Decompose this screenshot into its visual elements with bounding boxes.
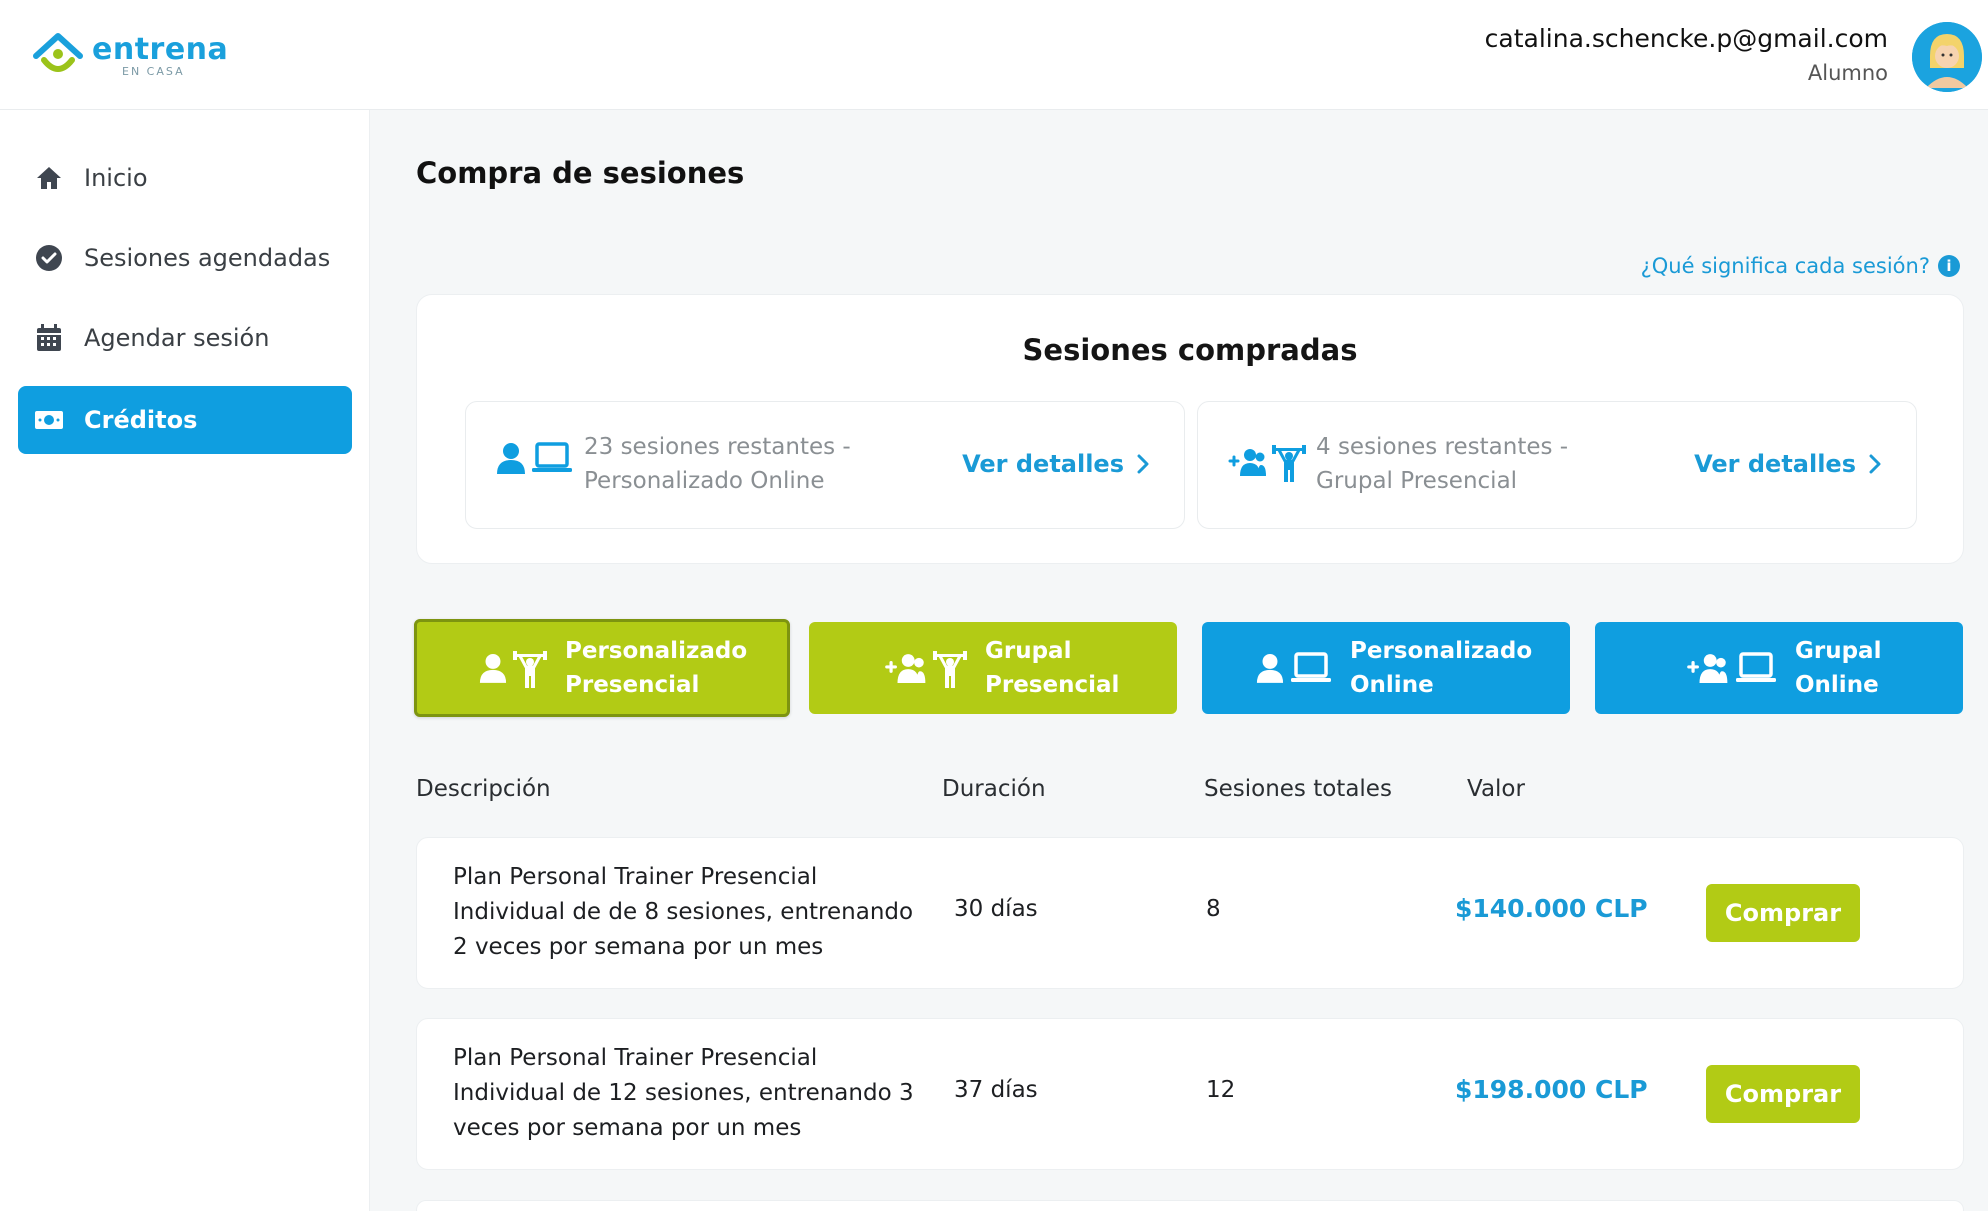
tab-label-line1: Personalizado xyxy=(565,638,748,664)
plan-description: Plan Personal Trainer Presencial Individ… xyxy=(453,864,914,960)
tab-label-line2: Presencial xyxy=(985,672,1120,698)
add-group-icon xyxy=(1228,449,1266,476)
sidebar-item-label: Agendar sesión xyxy=(84,324,270,352)
sidebar-item-sesiones-agendadas[interactable]: Sesiones agendadas xyxy=(18,224,352,292)
chevron-right-icon xyxy=(1869,454,1881,474)
ver-detalles-link[interactable]: Ver detalles xyxy=(1694,450,1882,478)
sidebar-item-label: Sesiones agendadas xyxy=(84,244,331,272)
sidebar-item-inicio[interactable]: Inicio xyxy=(18,144,352,212)
sidebar: Inicio Sesiones agendadas Agendar sesión… xyxy=(0,110,370,1211)
table-row: Plan Personal Trainer Presencial Individ… xyxy=(416,1018,1964,1170)
chevron-right-icon xyxy=(1137,454,1149,474)
tab-grupal-presencial[interactable]: Grupal Presencial xyxy=(809,622,1177,714)
tab-label-line2: Presencial xyxy=(565,672,700,698)
page-title: Compra de sesiones xyxy=(416,156,745,190)
user-role: Alumno xyxy=(1807,61,1888,85)
ver-detalles-link[interactable]: Ver detalles xyxy=(962,450,1150,478)
plan-sessions: 12 xyxy=(1206,1077,1236,1103)
table-row-partial xyxy=(416,1200,1964,1211)
user-email: catalina.schencke.p@gmail.com xyxy=(1484,24,1888,53)
tab-personalizado-online[interactable]: Personalizado Online xyxy=(1202,622,1570,714)
brand-name: entrena xyxy=(92,31,229,67)
sidebar-item-label: Créditos xyxy=(84,406,198,434)
weightlifter-icon xyxy=(513,651,547,688)
laptop-icon xyxy=(1736,652,1776,682)
column-header-valor: Valor xyxy=(1467,776,1525,802)
brand-subtitle: EN CASA xyxy=(122,64,185,78)
plan-sessions: 8 xyxy=(1206,896,1221,922)
column-header-sesiones-totales: Sesiones totales xyxy=(1204,776,1392,802)
calendar-icon xyxy=(34,323,64,353)
table-row: Plan Personal Trainer Presencial Individ… xyxy=(416,837,1964,989)
credit-box-personalizado-online: 23 sesiones restantes - Personalizado On… xyxy=(465,401,1185,529)
money-icon xyxy=(34,405,64,435)
plan-duration: 30 días xyxy=(954,896,1038,922)
home-icon xyxy=(34,163,64,193)
tab-label-line1: Grupal xyxy=(985,638,1072,664)
check-circle-icon xyxy=(34,243,64,273)
column-header-duracion: Duración xyxy=(942,776,1046,802)
credit-box-grupal-presencial: 4 sesiones restantes - Grupal Presencial… xyxy=(1197,401,1917,529)
brand-logo[interactable]: entrena EN CASA xyxy=(32,30,228,82)
tab-label-line2: Online xyxy=(1350,672,1434,698)
ver-detalles-label: Ver detalles xyxy=(1694,450,1856,478)
column-header-descripcion: Descripción xyxy=(416,776,551,802)
plan-price: $198.000 CLP xyxy=(1455,1075,1648,1104)
comprar-button[interactable]: Comprar xyxy=(1706,1065,1860,1123)
person-icon xyxy=(497,443,525,474)
avatar[interactable] xyxy=(1912,22,1982,92)
plan-price: $140.000 CLP xyxy=(1455,894,1648,923)
purchased-title: Sesiones compradas xyxy=(1022,333,1358,367)
plan-duration: 37 días xyxy=(954,1077,1038,1103)
info-icon: i xyxy=(1938,255,1960,277)
person-icon xyxy=(479,654,507,683)
tab-label-line1: Personalizado xyxy=(1350,638,1533,664)
user-avatar-icon xyxy=(1912,22,1982,92)
tab-grupal-online[interactable]: Grupal Online xyxy=(1595,622,1963,714)
tab-label-line2: Online xyxy=(1795,672,1879,698)
house-logo-icon xyxy=(33,33,83,72)
tab-personalizado-presencial[interactable]: Personalizado Presencial xyxy=(414,619,790,717)
sidebar-item-agendar-sesion[interactable]: Agendar sesión xyxy=(18,304,352,372)
laptop-icon xyxy=(532,442,572,472)
sidebar-item-creditos[interactable]: Créditos xyxy=(18,386,352,454)
help-link-label: ¿Qué significa cada sesión? xyxy=(1640,254,1930,278)
sidebar-item-label: Inicio xyxy=(84,164,148,192)
comprar-button[interactable]: Comprar xyxy=(1706,884,1860,942)
user-info: catalina.schencke.p@gmail.com Alumno xyxy=(1485,24,1888,85)
credit-text: 4 sesiones restantes - Grupal Presencial xyxy=(1316,434,1569,494)
ver-detalles-label: Ver detalles xyxy=(962,450,1124,478)
weightlifter-icon xyxy=(933,651,967,688)
person-icon xyxy=(1256,654,1284,683)
purchased-sessions-card: Sesiones compradas 23 sesiones restantes… xyxy=(416,294,1964,564)
weightlifter-icon xyxy=(1272,445,1306,482)
add-group-icon xyxy=(1687,654,1728,683)
add-group-icon xyxy=(885,654,926,683)
tab-label-line1: Grupal xyxy=(1795,638,1882,664)
credit-text: 23 sesiones restantes - Personalizado On… xyxy=(584,434,851,494)
top-header: entrena EN CASA catalina.schencke.p@gmai… xyxy=(0,0,1988,110)
help-link[interactable]: ¿Qué significa cada sesión? i xyxy=(1641,254,1960,278)
plan-description: Plan Personal Trainer Presencial Individ… xyxy=(453,1045,914,1141)
laptop-icon xyxy=(1291,652,1331,682)
